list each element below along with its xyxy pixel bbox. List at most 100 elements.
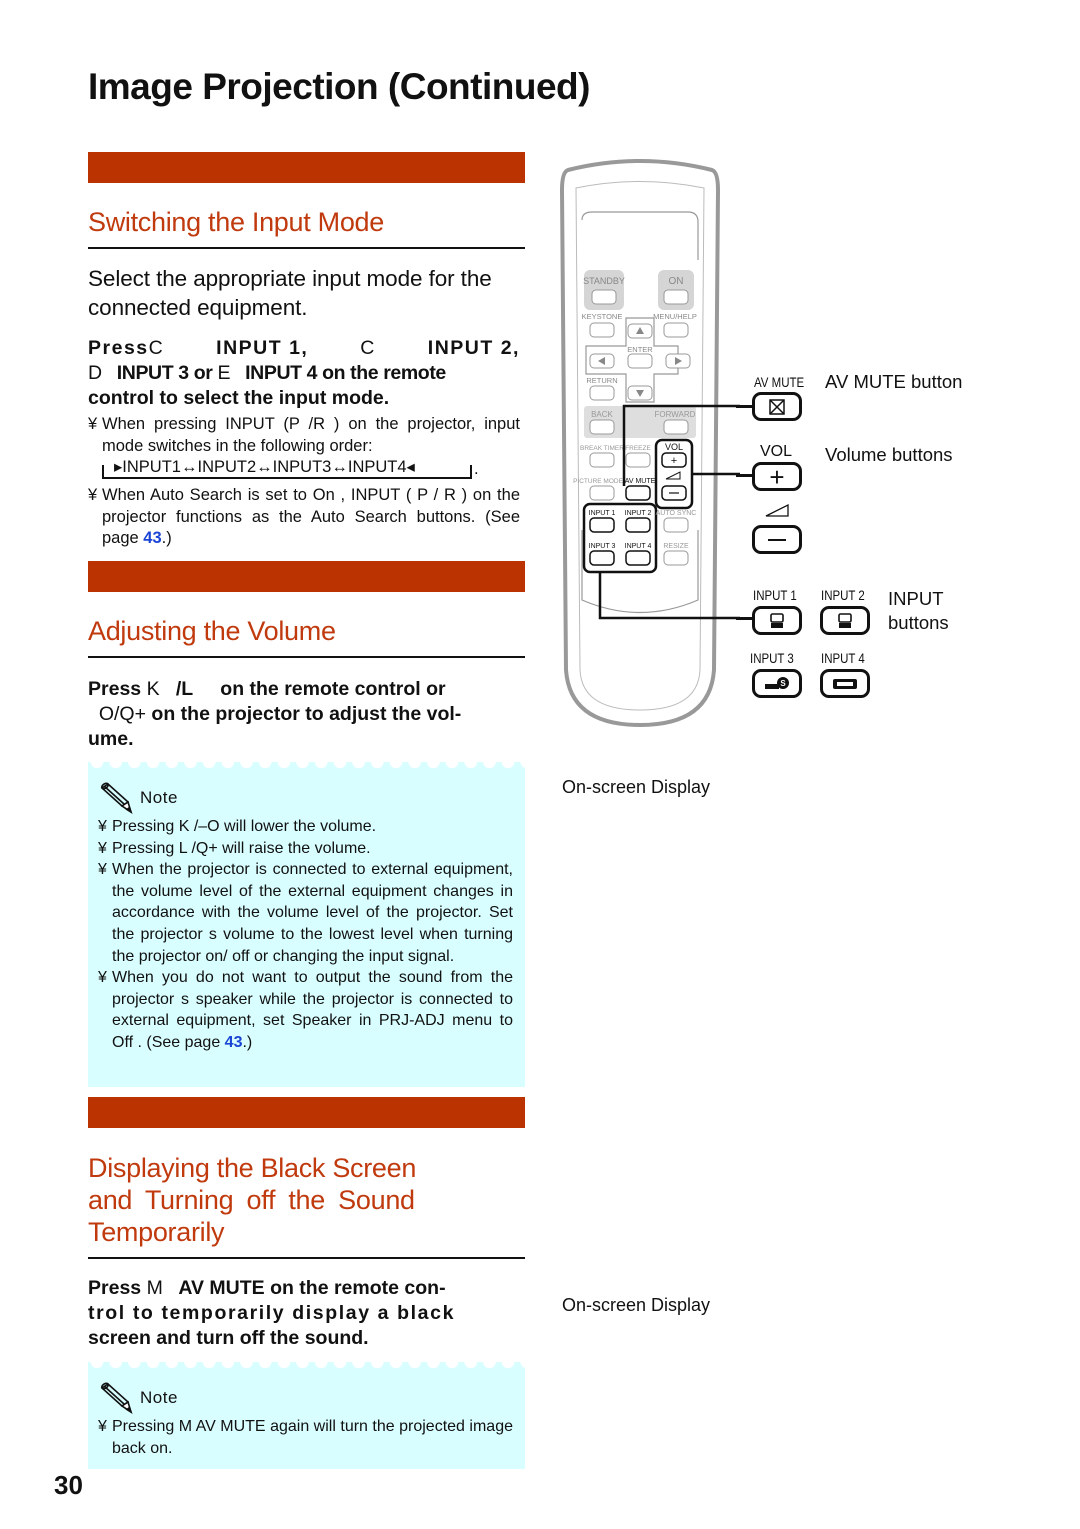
callout-av-mute-label: AV MUTE: [754, 374, 805, 390]
page-title: Image Projection (Continued): [88, 66, 590, 107]
callout-input3-label: INPUT 3: [750, 650, 794, 666]
svg-text:PICTURE MODE: PICTURE MODE: [573, 478, 624, 485]
instruction-volume: Press K /L on the remote control or O/Q+…: [88, 678, 462, 750]
double-arrow-icon: ↔: [331, 458, 348, 476]
input4-button[interactable]: [820, 669, 870, 698]
svg-text:FORWARD: FORWARD: [655, 410, 696, 419]
forward-button[interactable]: [663, 419, 689, 435]
s-video-input-icon: S: [765, 676, 789, 689]
av-mute-button[interactable]: [752, 392, 802, 421]
volume-up-button-callout[interactable]: +: [752, 462, 802, 491]
volume-description: Volume buttons: [825, 444, 953, 465]
volume-ramp-icon: [765, 503, 789, 517]
on-label: ON: [669, 276, 684, 287]
svg-text:KEYSTONE: KEYSTONE: [582, 312, 623, 321]
input-cycle-diagram: ▸INPUT1↔INPUT2↔INPUT3↔INPUT4◂ .: [102, 457, 479, 485]
picture-mode-button[interactable]: [589, 485, 615, 501]
svg-text:RESIZE: RESIZE: [663, 543, 689, 550]
svg-text:AV MUTE: AV MUTE: [625, 478, 656, 485]
callout-input2-label: INPUT 2: [821, 587, 865, 603]
callout-input1-label: INPUT 1: [753, 587, 797, 603]
pencil-icon: [100, 782, 133, 814]
instruction-input-mode: PressC INPUT 1, C INPUT 2, D INPUT 3 or …: [88, 337, 520, 409]
list-item: ¥ When Auto Search is set to On , INPUT …: [88, 486, 520, 547]
remote-control-illustration: STANDBY ON KEYSTONE MENU/HELP ENTER RETU…: [559, 159, 740, 728]
svg-text:AUTO SYNC: AUTO SYNC: [656, 510, 697, 517]
input2-button-remote[interactable]: [625, 517, 651, 533]
note-box-av-mute: Note ¥ Pressing M AV MUTE again will turn…: [88, 1362, 525, 1469]
break-timer-button[interactable]: [589, 452, 615, 468]
section-divider: [88, 656, 525, 658]
section-divider: [88, 1257, 525, 1259]
note-heading: Note: [140, 1388, 178, 1408]
section-bar: [88, 152, 525, 183]
callout-vol-label: VOL: [760, 443, 793, 460]
list-item: ¥ When pressing INPUT (P /R ) on the pro…: [88, 415, 520, 455]
computer-input-icon: [838, 612, 852, 628]
svg-text:MENU/HELP: MENU/HELP: [653, 312, 697, 321]
page-link[interactable]: 43: [143, 529, 161, 547]
input3-button-remote[interactable]: [589, 550, 615, 566]
menu-help-button[interactable]: [663, 322, 689, 338]
list-item: ¥ Pressing L /Q+ will raise the volume.: [98, 839, 371, 857]
video-input-icon: [833, 678, 857, 689]
section-divider: [88, 247, 525, 249]
section-bar: [88, 561, 525, 592]
input1-button-remote[interactable]: [589, 517, 615, 533]
svg-text:RETURN: RETURN: [586, 376, 617, 385]
list-item: ¥ When the projector is connected to exte…: [98, 861, 513, 965]
enter-button[interactable]: [627, 353, 653, 369]
section-intro: Select the appropriate input mode for th…: [88, 266, 492, 320]
volume-down-button-callout[interactable]: [752, 525, 802, 554]
arrow-left-icon: ◂: [406, 458, 415, 476]
av-mute-icon: [769, 398, 785, 415]
section-title-black-screen: Displaying the Black Screen and Turning …: [88, 1153, 417, 1247]
svg-text:VOL: VOL: [665, 442, 683, 452]
svg-text:+: +: [671, 455, 677, 467]
standby-label: STANDBY: [583, 276, 625, 286]
freeze-button[interactable]: [625, 452, 651, 468]
remote-body: [559, 159, 721, 728]
on-button[interactable]: [663, 289, 689, 305]
svg-text:S: S: [780, 679, 786, 688]
input1-button[interactable]: [752, 606, 802, 635]
plus-icon: +: [769, 461, 785, 492]
list-item: ¥ Pressing M AV MUTE again will turn the …: [98, 1418, 513, 1457]
callout-input4-label: INPUT 4: [821, 650, 865, 666]
svg-text:INPUT 4: INPUT 4: [625, 543, 652, 550]
instruction-av-mute: Press M AV MUTE on the remote con- trol …: [88, 1277, 456, 1349]
input-description-1: INPUT: [888, 588, 944, 609]
av-mute-description: AV MUTE button: [825, 371, 963, 392]
pencil-icon: [100, 1382, 133, 1414]
section-title-volume: Adjusting the Volume: [88, 616, 336, 646]
svg-text:BREAK TIMER: BREAK TIMER: [580, 445, 624, 452]
section-title-input-mode: Switching the Input Mode: [88, 207, 384, 237]
svg-text:FREEZE: FREEZE: [625, 445, 651, 452]
svg-text:INPUT 2: INPUT 2: [625, 510, 652, 517]
svg-text:INPUT 3: INPUT 3: [589, 543, 616, 550]
svg-text:INPUT 1: INPUT 1: [589, 510, 616, 517]
svg-text:BACK: BACK: [591, 410, 613, 419]
section-bar: [88, 1097, 525, 1128]
on-screen-display-label: On-screen Display: [562, 1295, 711, 1315]
back-button[interactable]: [589, 419, 615, 435]
list-item: ¥ When you do not want to output the soun…: [98, 969, 513, 1051]
keystone-button[interactable]: [589, 322, 615, 338]
note-box-volume: Note ¥ Pressing K /–O will lower the volu…: [88, 762, 525, 1087]
bullet-list-input-mode: ¥ When pressing INPUT (P /R ) on the pro…: [88, 414, 520, 550]
av-mute-button-remote[interactable]: [625, 485, 651, 501]
note-heading: Note: [140, 788, 178, 808]
double-arrow-icon: ↔: [256, 458, 273, 476]
double-arrow-icon: ↔: [180, 458, 198, 476]
minus-icon: [768, 538, 786, 541]
resize-button[interactable]: [663, 550, 689, 566]
input4-button-remote[interactable]: [625, 550, 651, 566]
return-button[interactable]: [589, 385, 615, 401]
standby-button[interactable]: [591, 289, 617, 305]
page-number: 30: [54, 1470, 83, 1500]
input2-button[interactable]: [820, 606, 870, 635]
input3-button[interactable]: S: [752, 669, 802, 698]
auto-sync-button[interactable]: [663, 517, 689, 533]
page-link[interactable]: 43: [225, 1034, 243, 1051]
svg-text:ENTER: ENTER: [627, 345, 653, 354]
